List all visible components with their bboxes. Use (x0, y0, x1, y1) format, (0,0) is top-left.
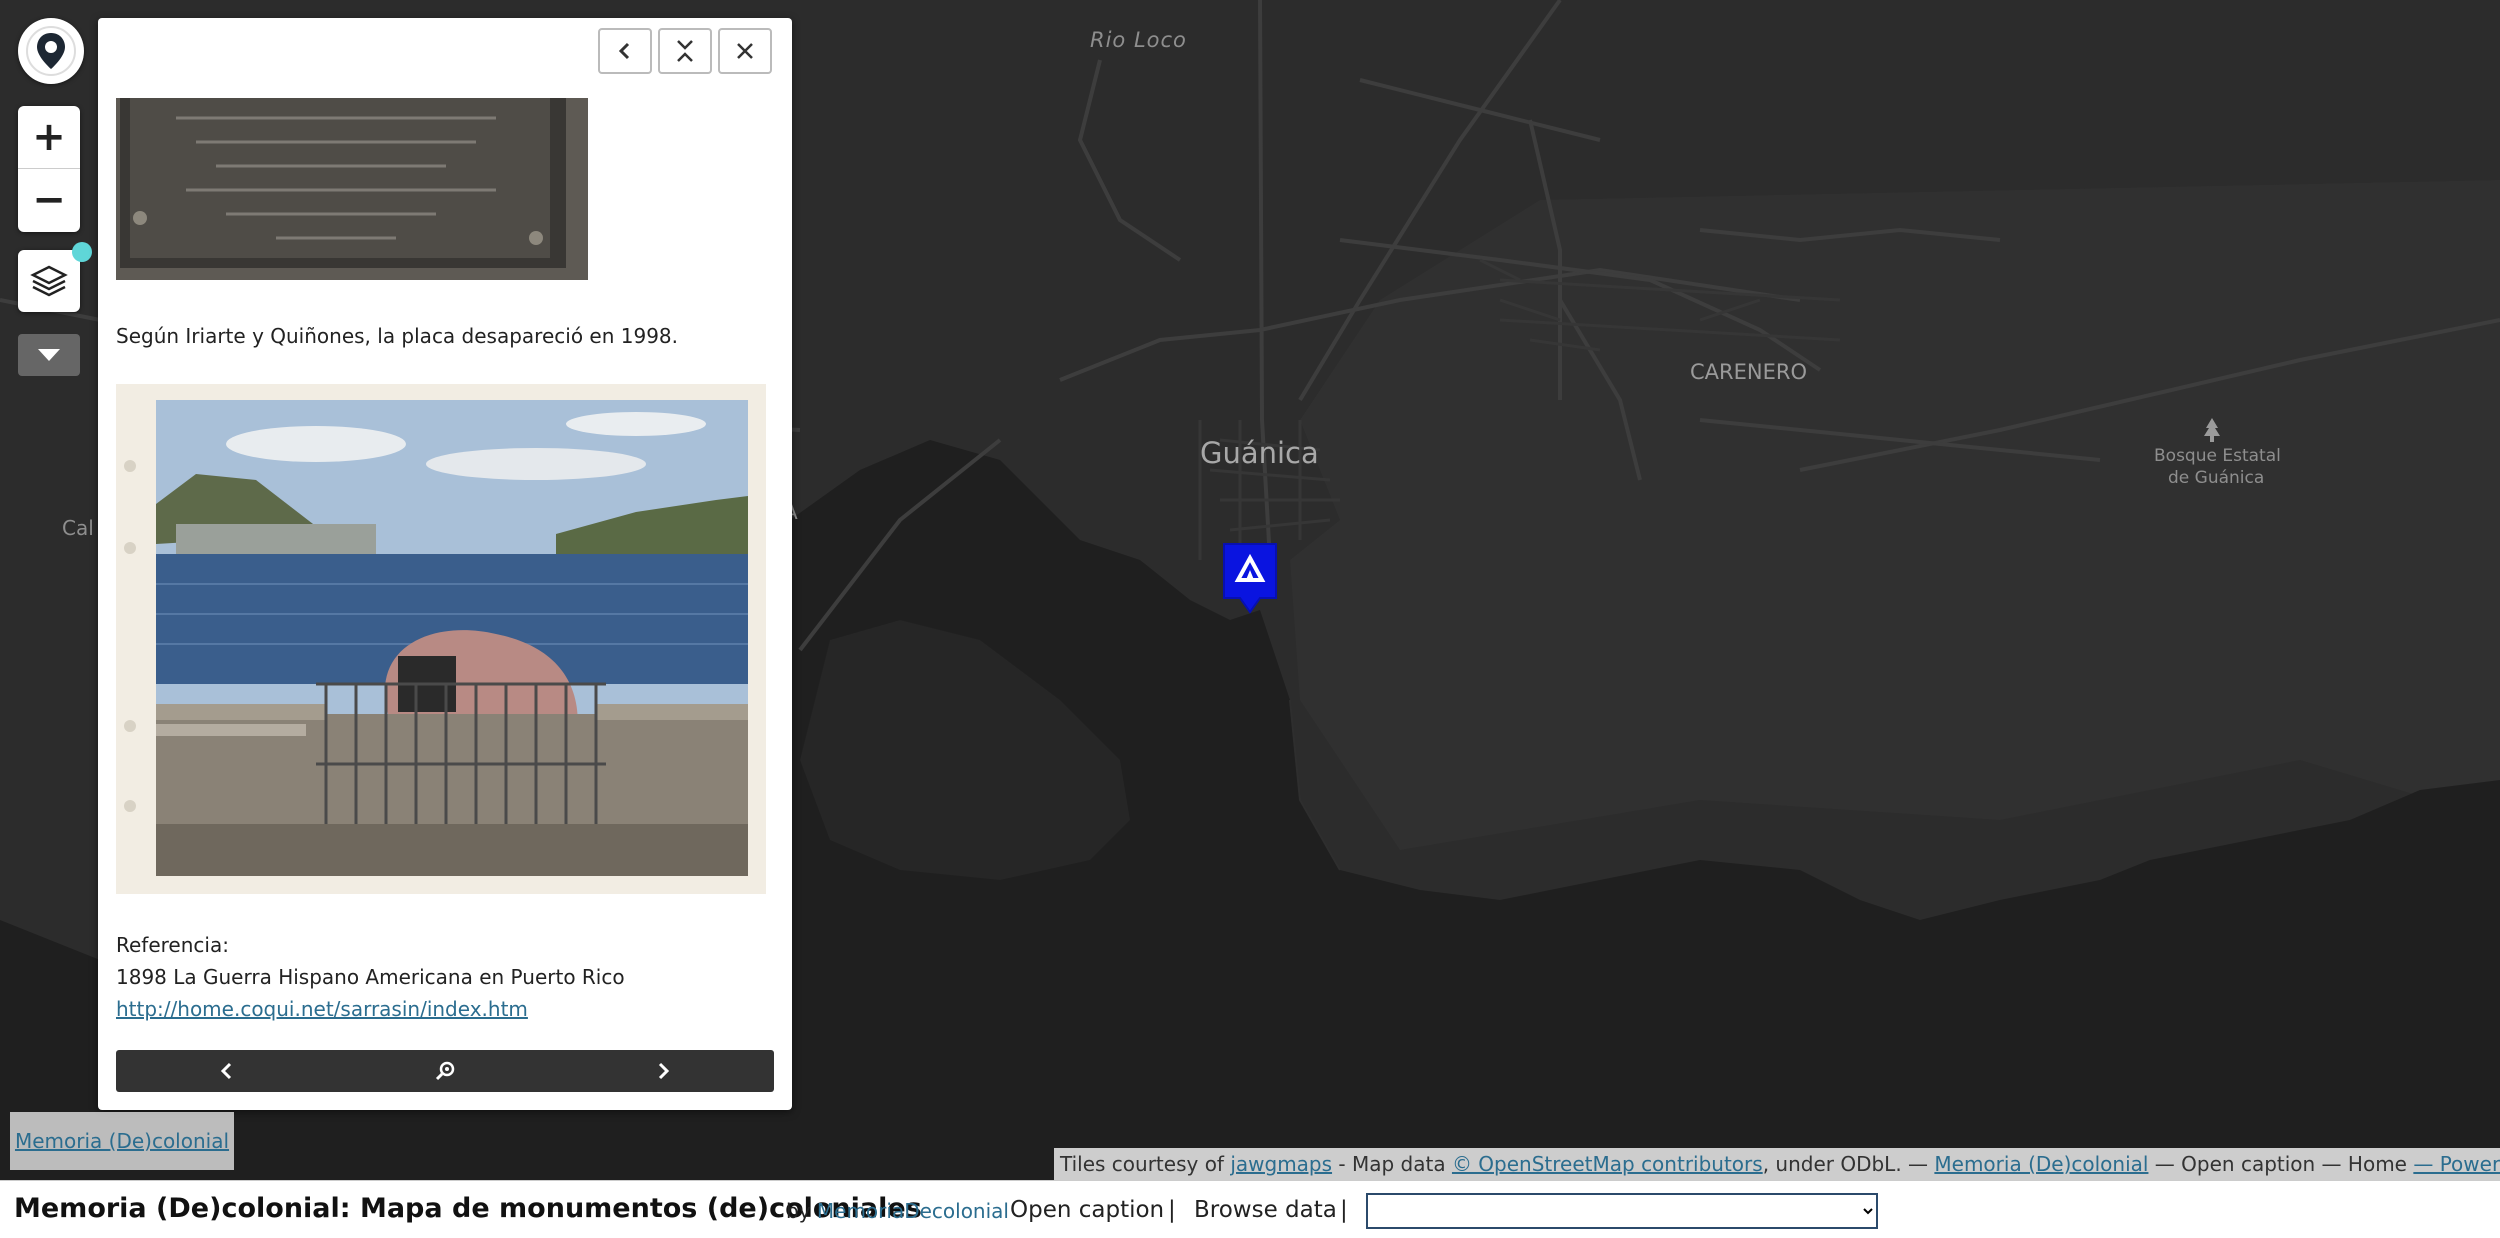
zoom-to-feature-button[interactable] (335, 1050, 554, 1092)
map-label-guanica: Guánica (1200, 436, 1319, 470)
map-marker[interactable] (1220, 542, 1280, 618)
tree-icon (2204, 418, 2220, 442)
attribution-map-data: - Map data (1332, 1152, 1452, 1176)
feature-panel: Según Iriarte y Quiñones, la placa desap… (98, 18, 792, 1110)
umap-logo-icon (26, 26, 76, 76)
map-author: by MemoriaDecolonial (786, 1199, 1009, 1223)
collapse-icon (677, 40, 693, 62)
locale-select[interactable] (1366, 1193, 1878, 1229)
reference-link[interactable]: http://home.coqui.net/sarrasin/index.htm (116, 997, 528, 1021)
caret-down-icon (38, 349, 60, 361)
feature-nav-bar (116, 1050, 774, 1092)
zoom-to-icon (435, 1061, 455, 1081)
footer-bar: Memoria (De)colonial: Mapa de monumentos… (0, 1180, 2500, 1238)
map-label-bosque-2: de Guánica (2168, 468, 2265, 488)
layers-button[interactable] (18, 250, 80, 312)
zoom-out-button[interactable]: − (18, 169, 80, 231)
zoom-in-button[interactable]: + (18, 106, 80, 169)
footer-separator: | (1168, 1197, 1176, 1223)
map-label-bosque-1: Bosque Estatal (2154, 446, 2281, 466)
browse-data-button[interactable]: Browse data (1194, 1197, 1337, 1223)
next-feature-button[interactable] (555, 1050, 774, 1092)
panel-close-button[interactable] (718, 28, 772, 74)
attribution-rest: — Open caption — Home (2148, 1152, 2414, 1176)
attribution-bar: Tiles courtesy of jawgmaps - Map data © … (1054, 1148, 2500, 1180)
panel-back-button[interactable] (598, 28, 652, 74)
attribution-tiles-prefix: Tiles courtesy of (1060, 1152, 1231, 1176)
layers-indicator-dot (72, 242, 92, 262)
panel-collapse-button[interactable] (658, 28, 712, 74)
chevron-left-icon (220, 1062, 231, 1080)
close-icon (737, 43, 753, 59)
layers-icon (30, 265, 68, 297)
chevron-right-icon (659, 1062, 670, 1080)
map-label-cal: Cal (62, 516, 94, 540)
zoom-control: + − (18, 106, 80, 232)
attribution-map-link[interactable]: Memoria (De)colonial (1934, 1152, 2148, 1176)
reference-title: 1898 La Guerra Hispano Americana en Puer… (116, 965, 625, 989)
attribution-osm-link[interactable]: © OpenStreetMap contributors (1452, 1152, 1763, 1176)
caption-button[interactable]: Memoria (De)colonial (10, 1112, 234, 1170)
chevron-left-icon (618, 42, 630, 60)
map-label-carenero: CARENERO (1690, 360, 1807, 384)
footer-separator: | (1340, 1197, 1348, 1223)
umap-logo-button[interactable] (18, 18, 84, 84)
monument-photo (116, 384, 766, 894)
previous-feature-button[interactable] (116, 1050, 335, 1092)
open-caption-button[interactable]: Open caption (1010, 1197, 1164, 1223)
author-link[interactable]: MemoriaDecolonial (817, 1199, 1009, 1223)
more-controls-button[interactable] (18, 334, 80, 376)
attribution-powered-link[interactable]: — Powered by uMap (2413, 1152, 2500, 1176)
attribution-license: , under ODbL. — (1762, 1152, 1935, 1176)
attribution-jawgmaps-link[interactable]: jawgmaps (1230, 1152, 1332, 1176)
caption-button-label: Memoria (De)colonial (14, 1129, 230, 1153)
map-label-rio-loco: Rio Loco (1090, 28, 1187, 52)
panel-note-text: Según Iriarte y Quiñones, la placa desap… (116, 324, 679, 348)
reference-label: Referencia: (116, 933, 229, 957)
plaque-image (116, 98, 588, 280)
author-prefix: by (786, 1199, 817, 1223)
